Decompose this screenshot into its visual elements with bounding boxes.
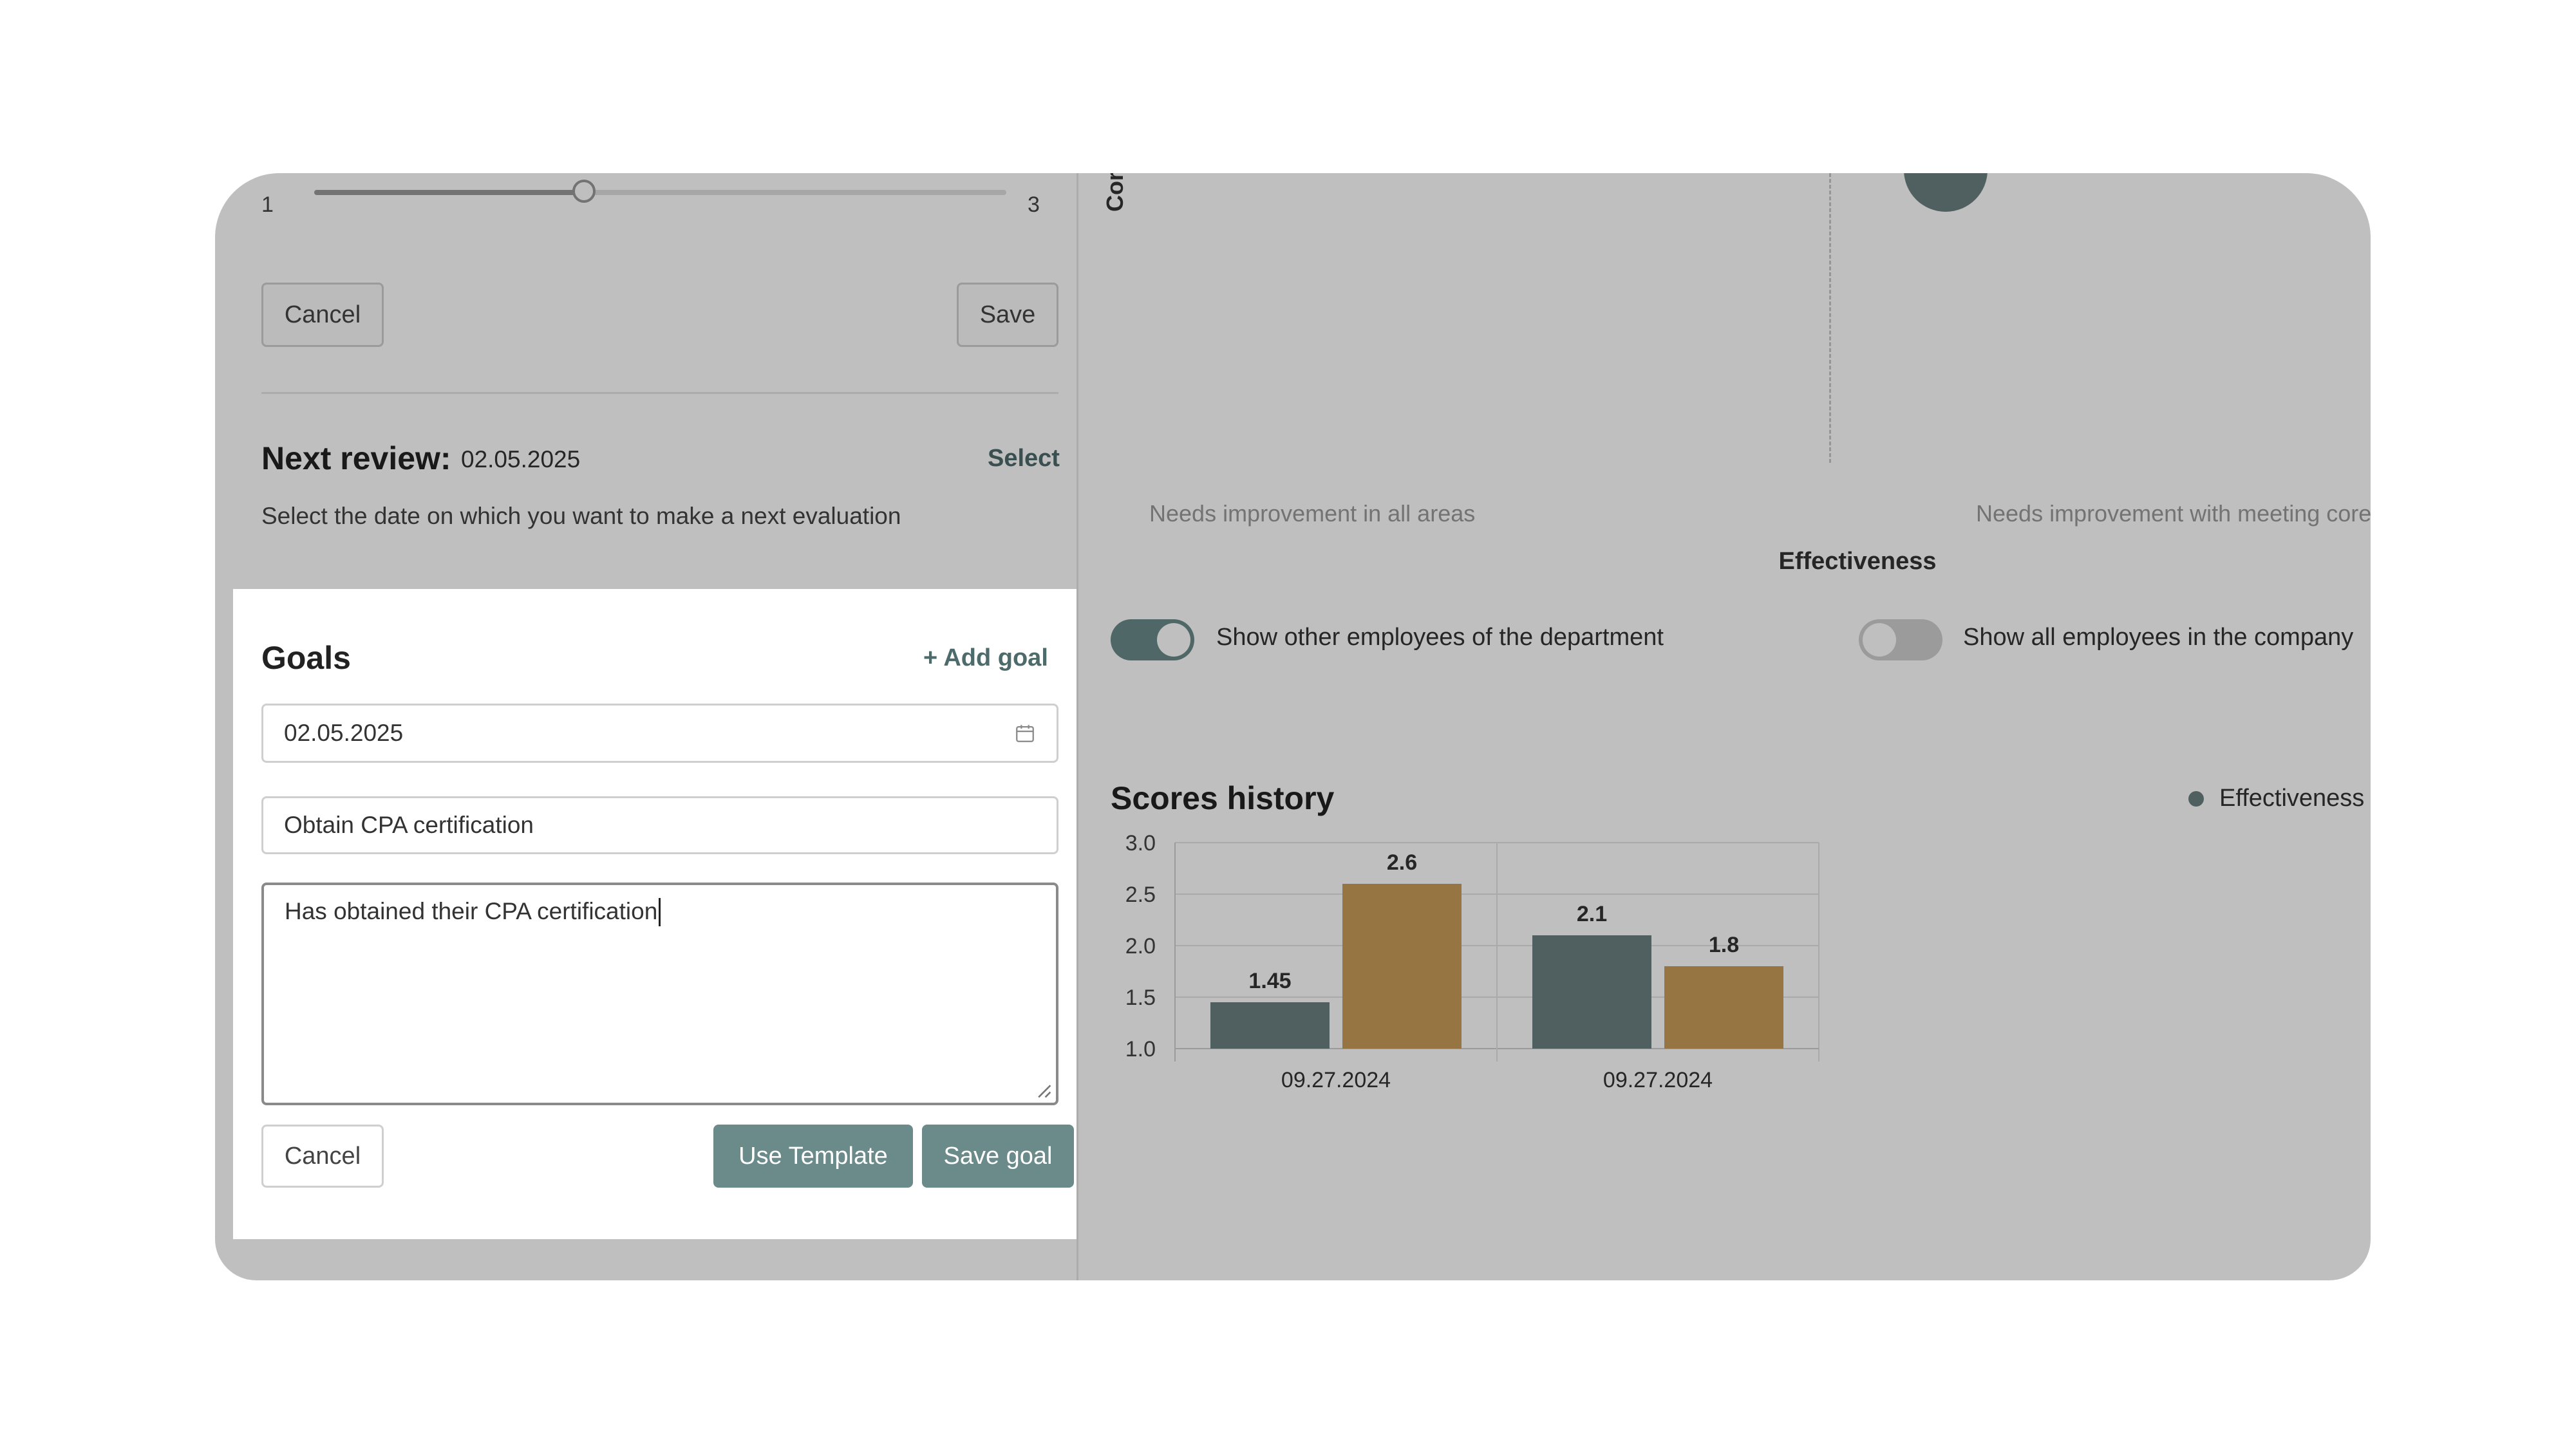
y-tick-label: 3.0	[1125, 831, 1156, 855]
bar-data-label: 1.8	[1709, 933, 1739, 957]
slider-max-label: 3	[1028, 192, 1040, 217]
y-tick-label: 2.0	[1125, 934, 1156, 958]
next-review-date: 02.05.2025	[461, 446, 581, 472]
y-tick-label: 1.5	[1125, 986, 1156, 1010]
quadrant-y-axis-label: Cor	[1102, 173, 1128, 212]
bar-data-label: 2.6	[1387, 850, 1417, 875]
x-tick-label: 09.27.2024	[1281, 1068, 1391, 1092]
goal-cancel-button[interactable]: Cancel	[261, 1125, 384, 1188]
select-date-link[interactable]: Select	[988, 445, 1060, 472]
scores-history-chart: 3.0 2.5 2.0 1.5 1.0 1.45 2.6 09.27.2024 2.1 1.8 09…	[1125, 831, 1819, 1092]
slider-fill	[314, 190, 585, 195]
quadrant-label-bottom-left: Needs improvement in all areas	[1149, 500, 1476, 527]
employee-bubble[interactable]	[1904, 173, 1988, 212]
divider	[261, 392, 1058, 394]
goals-card: Goals + Add goal 02.05.2025 Obtain CPA c…	[233, 589, 1076, 1239]
text-cursor	[659, 898, 661, 926]
resize-handle-icon[interactable]	[1035, 1082, 1052, 1099]
toggle-department-label: Show other employees of the department	[1216, 624, 1664, 651]
goal-title-input[interactable]: Obtain CPA certification	[261, 796, 1058, 854]
toggle-company-employees[interactable]	[1859, 619, 1942, 660]
add-goal-button[interactable]: + Add goal	[923, 644, 1048, 672]
quadrant-x-axis-label: Effectiveness	[1778, 548, 1937, 575]
toggle-company-label: Show all employees in the company	[1963, 624, 2354, 651]
goal-date-input[interactable]: 02.05.2025	[261, 704, 1058, 763]
evaluation-panel: 1 3 Cancel Save Next review: 02.05.2025 …	[215, 173, 1076, 1280]
quadrant-plot: Needs improvement in all areas Needs imp…	[1105, 173, 2371, 547]
toggle-knob	[1863, 623, 1896, 657]
calendar-icon[interactable]	[1014, 722, 1036, 744]
next-review-description: Select the date on which you want to mak…	[261, 503, 901, 529]
bar	[1210, 1002, 1330, 1049]
bar-data-label: 1.45	[1248, 969, 1291, 993]
analytics-panel: Needs improvement in all areas Needs imp…	[1076, 173, 2371, 1280]
toggle-knob	[1157, 623, 1190, 657]
y-tick-label: 2.5	[1125, 883, 1156, 907]
legend-label: Effectiveness	[2219, 785, 2365, 812]
goal-description-textarea[interactable]: Has obtained their CPA certification	[261, 883, 1058, 1105]
slider-thumb[interactable]	[572, 180, 596, 203]
y-tick-label: 1.0	[1125, 1037, 1156, 1061]
use-template-button[interactable]: Use Template	[713, 1125, 913, 1188]
chart-legend: Effectiveness	[2188, 785, 2364, 812]
goal-title-value: Obtain CPA certification	[284, 812, 534, 838]
quadrant-label-bottom-right: Needs improvement with meeting core	[1976, 500, 2371, 527]
x-tick-label: 09.27.2024	[1603, 1068, 1713, 1092]
next-review-title: Next review:	[261, 440, 451, 476]
save-goal-button[interactable]: Save goal	[922, 1125, 1074, 1188]
slider-min-label: 1	[261, 192, 274, 217]
rating-cancel-button[interactable]: Cancel	[261, 283, 384, 347]
scores-history-title: Scores history	[1111, 780, 1335, 816]
app-frame: 1 3 Cancel Save Next review: 02.05.2025 …	[215, 173, 2371, 1280]
toggle-department-employees[interactable]	[1111, 619, 1194, 660]
rating-slider[interactable]	[314, 180, 1006, 203]
bar	[1532, 935, 1651, 1049]
goals-title: Goals	[261, 640, 351, 676]
goal-date-value: 02.05.2025	[284, 720, 404, 746]
goal-description-value: Has obtained their CPA certification	[285, 898, 658, 924]
bar	[1342, 884, 1462, 1049]
rating-save-button[interactable]: Save	[957, 283, 1058, 347]
legend-marker	[2188, 790, 2204, 807]
quadrant-divider	[1829, 173, 1831, 463]
bar	[1664, 966, 1783, 1049]
bar-data-label: 2.1	[1577, 902, 1607, 926]
